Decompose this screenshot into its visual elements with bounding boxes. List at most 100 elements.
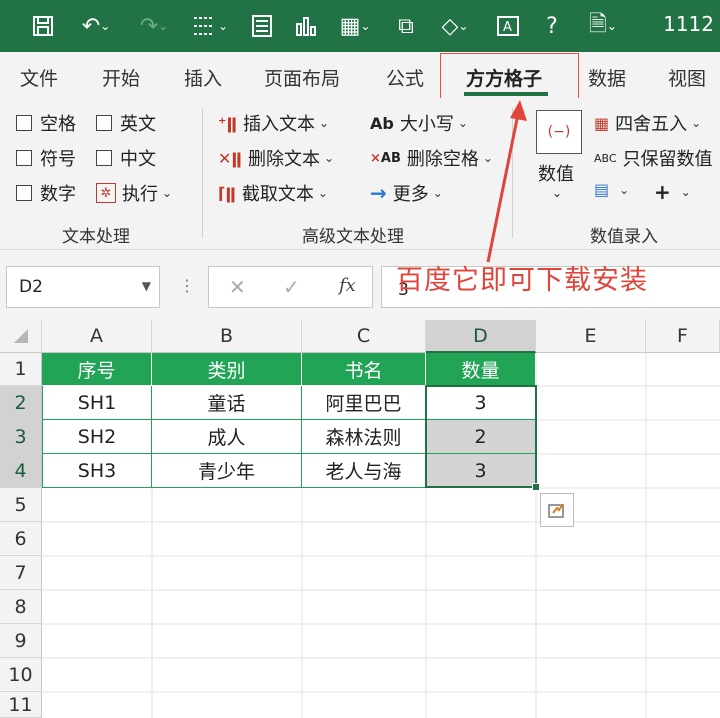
confirm-icon[interactable]: ✓ [283, 275, 300, 299]
checkbox-space[interactable]: 空格 [16, 110, 76, 136]
more-options-icon[interactable]: ⋮ [179, 276, 195, 295]
table-header-cell[interactable]: 书名 [302, 353, 426, 386]
form-icon[interactable] [246, 8, 278, 44]
row-header-6[interactable]: 6 [0, 522, 42, 556]
table-cell[interactable]: 青少年 [152, 454, 302, 488]
quick-analysis-icon[interactable] [540, 493, 574, 527]
table-header-cell[interactable]: 序号 [42, 353, 152, 386]
text-box-icon[interactable]: A [492, 8, 524, 44]
column-header-a[interactable]: A [42, 320, 152, 353]
column-header-f[interactable]: F [646, 320, 720, 353]
column-header-b[interactable]: B [152, 320, 302, 353]
plus-icon: + [654, 180, 671, 204]
extract-text-button[interactable]: ⌈ǁ 截取文本 ⌄ [218, 180, 328, 206]
tab-home[interactable]: 开始 [102, 64, 140, 91]
delete-space-button[interactable]: × AB 删除空格 ⌄ [370, 145, 493, 171]
table-cell[interactable]: 森林法则 [302, 420, 426, 454]
group-label-text: 文本处理 [62, 227, 130, 247]
table-cell[interactable]: SH3 [42, 454, 152, 488]
table-cell[interactable]: 阿里巴巴 [302, 386, 426, 420]
delete-text-button[interactable]: ✕ǁ 删除文本 ⌄ [218, 145, 334, 171]
shapes-icon[interactable]: ◇ ⌄ [432, 8, 478, 44]
chart-icon[interactable] [290, 8, 322, 44]
table-cell[interactable]: 老人与海 [302, 454, 426, 488]
quick-access-toolbar: ↶ ⌄ ↷ ⌄ ⌄ ▦ ⌄ ⧉ ◇ ⌄ A ? 🗎 ⌄ 1112 [0, 0, 720, 52]
row-header-8[interactable]: 8 [0, 590, 42, 624]
tab-fangfang[interactable]: 方方格子 [466, 64, 542, 91]
table-header-cell[interactable]: 数量 [426, 353, 536, 386]
row-header-9[interactable]: 9 [0, 624, 42, 658]
checkbox-english[interactable]: 英文 [96, 110, 156, 136]
tab-page-layout[interactable]: 页面布局 [264, 64, 340, 91]
column-header-e[interactable]: E [536, 320, 646, 353]
table-cell[interactable]: SH1 [42, 386, 152, 420]
insert-text-button[interactable]: ⁺ǁ 插入文本 ⌄ [218, 110, 329, 136]
table-cell[interactable]: 童话 [152, 386, 302, 420]
tab-data[interactable]: 数据 [588, 64, 626, 91]
row-header-10[interactable]: 10 [0, 658, 42, 692]
checkbox-symbol[interactable]: 符号 [16, 145, 76, 171]
chevron-down-icon: ⌄ [691, 116, 702, 130]
row-header-4[interactable]: 4 [0, 454, 42, 488]
more-button[interactable]: → 更多 ⌄ [370, 180, 443, 206]
table-cell[interactable]: 成人 [152, 420, 302, 454]
borders-icon[interactable]: ⌄ [186, 8, 234, 44]
execute-button[interactable]: ✲ 执行 ⌄ [96, 180, 172, 206]
help-icon[interactable]: ? [536, 8, 568, 44]
undo-icon[interactable]: ↶ ⌄ [72, 8, 120, 44]
svg-text:A: A [503, 20, 512, 35]
fill-handle[interactable] [532, 483, 540, 491]
select-all-corner[interactable] [0, 320, 42, 353]
round-label: 四舍五入 [615, 114, 688, 135]
document-icon[interactable]: 🗎 ⌄ [580, 8, 626, 44]
cancel-icon[interactable]: ✕ [229, 275, 246, 299]
group-label-advanced-text: 高级文本处理 [302, 227, 404, 247]
row-header-3[interactable]: 3 [0, 420, 42, 454]
group-divider [202, 108, 203, 238]
tab-formulas[interactable]: 公式 [386, 64, 424, 91]
row-header-11[interactable]: 11 [0, 692, 42, 718]
checkbox-number[interactable]: 数字 [16, 180, 76, 206]
selection-border [425, 385, 537, 488]
insert-function-icon[interactable]: fx [339, 275, 356, 296]
table-cell[interactable]: SH2 [42, 420, 152, 454]
delete-space-icon: × AB [370, 150, 401, 166]
insert-text-label: 插入文本 [242, 114, 315, 135]
tab-file[interactable]: 文件 [20, 64, 58, 91]
tab-insert[interactable]: 插入 [184, 64, 222, 91]
row-header-1[interactable]: 1 [0, 353, 42, 386]
chevron-down-icon: ⌄ [162, 186, 173, 200]
checkbox-box [96, 150, 112, 166]
checkbox-box [16, 115, 32, 131]
keep-number-label: 只保留数值 [622, 149, 713, 170]
name-box[interactable]: D2 ▼ [6, 266, 160, 308]
annotation-text: 百度它即可下载安装 [396, 265, 648, 296]
table-icon[interactable]: ▦ ⌄ [332, 8, 378, 44]
checkbox-label: 中文 [120, 149, 156, 170]
add-button[interactable]: + ⌄ [654, 180, 691, 204]
keep-number-button[interactable]: ABC 只保留数值 [594, 145, 713, 171]
column-header-c[interactable]: C [302, 320, 426, 353]
row-header-5[interactable]: 5 [0, 488, 42, 522]
chevron-down-icon: ⌄ [680, 185, 691, 199]
round-button[interactable]: ▦ 四舍五入 ⌄ [594, 110, 701, 136]
chevron-down-icon[interactable]: ▼ [142, 279, 151, 293]
row-header-2[interactable]: 2 [0, 386, 42, 420]
checkbox-label: 符号 [40, 149, 76, 170]
case-label: 大小写 [399, 114, 454, 135]
tab-view[interactable]: 视图 [668, 64, 706, 91]
chevron-down-icon: ⌄ [318, 116, 330, 130]
insert-text-icon: ⁺ǁ [218, 113, 237, 133]
table-header-cell[interactable]: 类别 [152, 353, 302, 386]
chevron-down-icon: ⌄ [432, 186, 443, 200]
delete-space-label: 删除空格 [406, 149, 479, 170]
screenshot-icon[interactable]: ⧉ [390, 8, 422, 44]
checkbox-chinese[interactable]: 中文 [96, 145, 156, 171]
column-header-d[interactable]: D [426, 320, 536, 353]
row-header-7[interactable]: 7 [0, 556, 42, 590]
numeric-value-button[interactable]: 数值 [538, 160, 574, 186]
case-button[interactable]: Ab 大小写 ⌄ [370, 110, 468, 136]
edit-table-button[interactable]: ▤ ⌄ [594, 180, 629, 199]
save-icon[interactable] [26, 8, 60, 44]
keep-number-icon: ABC [594, 151, 617, 165]
